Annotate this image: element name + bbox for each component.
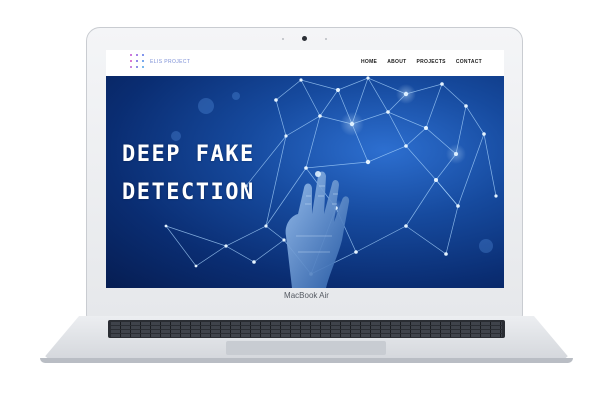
- hero-headline: DEEP FAKE DETECTION: [122, 136, 255, 212]
- nav-home[interactable]: HOME: [361, 59, 377, 65]
- mic-dot: [282, 38, 284, 40]
- laptop-front-edge: [40, 358, 573, 363]
- site-brand[interactable]: ELIS PROJECT: [150, 59, 190, 65]
- model-label: MacBook Air: [284, 291, 329, 300]
- sensor-dot: [325, 38, 327, 40]
- key-row: [111, 334, 502, 337]
- robot-hand-illustration: [285, 171, 350, 288]
- logo-icon[interactable]: [128, 54, 148, 70]
- keyboard: [108, 320, 505, 338]
- site-navbar: ELIS PROJECT HOME ABOUT PROJECTS CONTACT: [106, 50, 504, 77]
- nav-about[interactable]: ABOUT: [387, 59, 406, 65]
- laptop-mockup: ELIS PROJECT HOME ABOUT PROJECTS CONTACT: [0, 0, 613, 407]
- headline-line-1: DEEP FAKE: [122, 142, 255, 167]
- key-row: [111, 322, 502, 325]
- headline-line-2: DETECTION: [122, 180, 255, 205]
- main-menu: HOME ABOUT PROJECTS CONTACT: [361, 59, 482, 65]
- nav-contact[interactable]: CONTACT: [456, 59, 482, 65]
- key-row: [111, 330, 502, 333]
- laptop-screen: ELIS PROJECT HOME ABOUT PROJECTS CONTACT: [106, 50, 504, 288]
- trackpad: [226, 341, 386, 355]
- key-row: [111, 326, 502, 329]
- nav-projects[interactable]: PROJECTS: [416, 59, 445, 65]
- hero-banner: DEEP FAKE DETECTION: [106, 76, 504, 288]
- camera: [302, 36, 307, 41]
